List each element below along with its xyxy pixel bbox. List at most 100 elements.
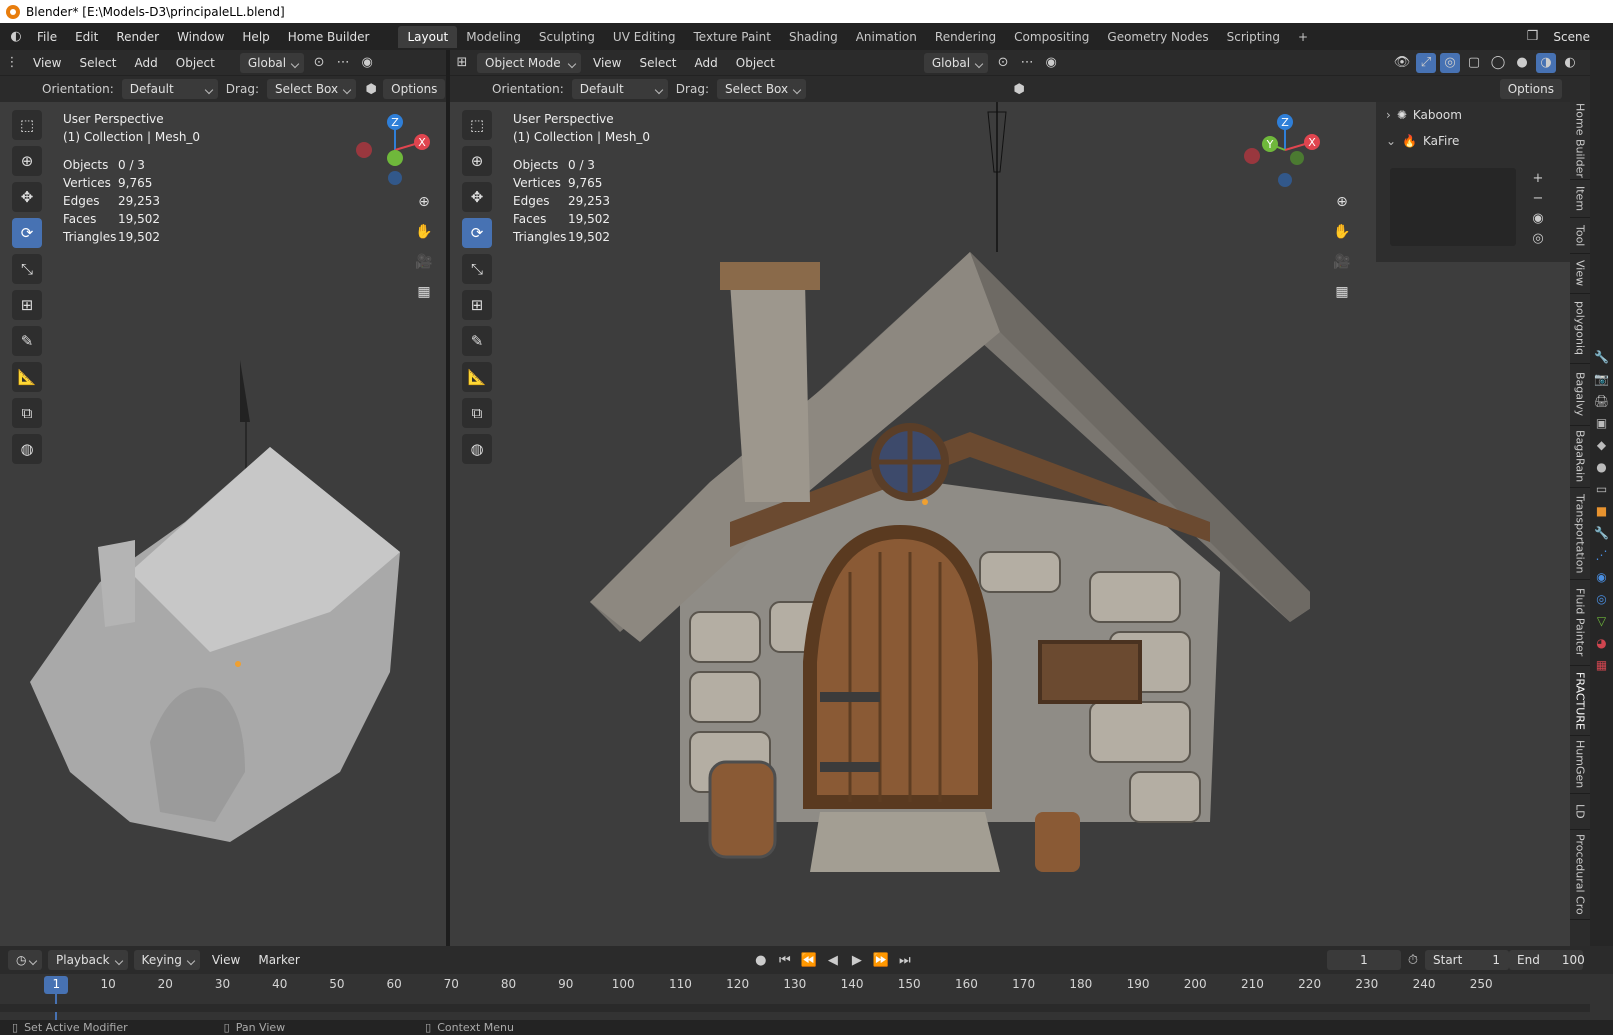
stopwatch-icon[interactable]: ⏱ — [1403, 950, 1423, 970]
right-menu-select[interactable]: Select — [630, 56, 685, 70]
tab-rendering[interactable]: Rendering — [926, 26, 1005, 48]
tab-transportation[interactable]: Transportation — [1570, 488, 1590, 580]
panel-kaboom[interactable]: › ✺ Kaboom — [1376, 102, 1570, 128]
scene-name[interactable]: Scene — [1544, 30, 1599, 44]
add-workspace-button[interactable]: + — [1289, 26, 1317, 48]
tab-procedural[interactable]: Procedural Cro — [1570, 830, 1590, 920]
play-reverse-icon[interactable]: ◀ — [823, 950, 843, 970]
modifier-props-icon[interactable]: 🔧 — [1594, 526, 1609, 540]
prev-keyframe-icon[interactable]: ⏪ — [799, 950, 819, 970]
visibility-icon[interactable]: 👁 — [1392, 53, 1412, 73]
right-drag-dropdown[interactable]: Select Box — [716, 79, 807, 99]
tab-layout[interactable]: Layout — [398, 25, 458, 48]
right-proportional-icon[interactable]: ◉ — [1041, 53, 1061, 73]
scale-tool-icon[interactable]: ⤡ — [462, 254, 492, 284]
grid-ortho-icon[interactable]: ▦ — [412, 280, 436, 304]
tab-tool[interactable]: Tool — [1570, 218, 1590, 254]
timeline-keying-menu[interactable]: Keying — [133, 950, 200, 970]
left-menu-select[interactable]: Select — [70, 56, 125, 70]
end-frame-field[interactable]: End 100 — [1509, 950, 1585, 970]
start-frame-field[interactable]: Start 1 — [1425, 950, 1509, 970]
menu-file[interactable]: File — [28, 30, 66, 44]
left-snap-icon[interactable]: ⋯ — [333, 53, 353, 73]
left-menu-add[interactable]: Add — [126, 56, 167, 70]
right-axis-gizmo[interactable]: Z X Y — [1240, 110, 1330, 190]
scale-tool-icon[interactable]: ⤡ — [12, 254, 42, 284]
left-drag-dropdown[interactable]: Select Box — [266, 79, 357, 99]
extra-tool-icon[interactable]: ◍ — [462, 434, 492, 464]
particles-props-icon[interactable]: ⋰ — [1596, 548, 1608, 562]
world-props-icon[interactable]: ● — [1596, 460, 1606, 474]
tab-shading[interactable]: Shading — [780, 26, 847, 48]
wireframe-shading-icon[interactable]: ◯ — [1488, 53, 1508, 73]
left-proportional-icon[interactable]: ◉ — [357, 53, 377, 73]
tool-props-icon[interactable]: 🔧 — [1594, 350, 1609, 364]
zoom-icon[interactable]: ⊕ — [1330, 190, 1354, 214]
solid-shading-icon[interactable]: ● — [1512, 53, 1532, 73]
gizmo-toggle-icon[interactable]: ⤢ — [1416, 52, 1436, 73]
tab-item[interactable]: Item — [1570, 180, 1590, 218]
left-transform-orientation[interactable]: Global — [239, 52, 305, 73]
rendered-shading-icon[interactable]: ◐ — [1560, 53, 1580, 73]
scene-icon[interactable]: ❒ — [1522, 27, 1542, 47]
rotate-tool-icon[interactable]: ⟳ — [12, 218, 42, 248]
remove-icon[interactable]: − — [1528, 188, 1548, 208]
transform-tool-icon[interactable]: ⊞ — [462, 290, 492, 320]
cursor-tool-icon[interactable]: ⊕ — [12, 146, 42, 176]
transform-tool-icon[interactable]: ⊞ — [12, 290, 42, 320]
tab-sculpting[interactable]: Sculpting — [530, 26, 604, 48]
move-tool-icon[interactable]: ✥ — [462, 182, 492, 212]
left-menu-object[interactable]: Object — [167, 56, 224, 70]
expand-chevron-icon[interactable]: ⌄ — [1386, 134, 1396, 148]
panel-kafire[interactable]: ⌄ 🔥 KaFire — [1376, 128, 1570, 154]
collection-props-icon[interactable]: ▭ — [1596, 482, 1607, 496]
material-props-icon[interactable]: ◕ — [1596, 636, 1606, 650]
timeline-ruler[interactable]: 1 10 20 30 40 50 60 70 80 90 100 110 120 130 140 150 160… — [0, 974, 1613, 1020]
left-editor-type-icon[interactable]: ⋮ — [2, 53, 22, 73]
timeline-scrollbar[interactable] — [0, 1004, 1590, 1012]
right-transform-orientation[interactable]: Global — [923, 52, 989, 73]
jump-end-icon[interactable]: ⏭ — [895, 950, 915, 970]
select-box-tool-icon[interactable]: ⬚ — [12, 110, 42, 140]
select-box-tool-icon[interactable]: ⬚ — [462, 110, 492, 140]
jump-start-icon[interactable]: ⏮ — [775, 950, 795, 970]
timeline-view-menu[interactable]: View — [203, 953, 249, 967]
tab-bagarain[interactable]: BagaRain — [1570, 426, 1590, 488]
pan-hand-icon[interactable]: ✋ — [1330, 220, 1354, 244]
current-frame-field[interactable]: 1 — [1327, 950, 1401, 970]
cursor-tool-icon[interactable]: ⊕ — [462, 146, 492, 176]
move-tool-icon[interactable]: ✥ — [12, 182, 42, 212]
tab-bagalvy[interactable]: Bagalvy — [1570, 364, 1590, 426]
timeline-marker-menu[interactable]: Marker — [249, 953, 308, 967]
right-orientation-dropdown[interactable]: Default — [571, 79, 668, 99]
material-shading-icon[interactable]: ◑ — [1536, 52, 1556, 73]
left-pivot-icon[interactable]: ⊙ — [309, 53, 329, 73]
grid-ortho-icon[interactable]: ▦ — [1330, 280, 1354, 304]
kafire-list[interactable] — [1390, 168, 1516, 246]
object-mode-dropdown[interactable]: Object Mode — [477, 52, 581, 73]
output-props-icon[interactable]: 🖨 — [1594, 394, 1609, 408]
tab-scripting[interactable]: Scripting — [1218, 26, 1289, 48]
annotate-tool-icon[interactable]: ✎ — [462, 326, 492, 356]
tab-animation[interactable]: Animation — [847, 26, 926, 48]
tab-modeling[interactable]: Modeling — [457, 26, 530, 48]
right-menu-object[interactable]: Object — [727, 56, 784, 70]
blender-menu-icon[interactable]: ◐ — [6, 27, 26, 47]
link-icon[interactable]: ◎ — [1528, 228, 1548, 248]
play-icon[interactable]: ▶ — [847, 950, 867, 970]
menu-edit[interactable]: Edit — [66, 30, 107, 44]
left-orientation-dropdown[interactable]: Default — [121, 79, 218, 99]
next-keyframe-icon[interactable]: ⏩ — [871, 950, 891, 970]
user-icon[interactable]: ◉ — [1528, 208, 1548, 228]
right-gizmo-toggle-icon[interactable]: ⬢ — [1009, 79, 1029, 99]
rotate-tool-icon[interactable]: ⟳ — [462, 218, 492, 248]
camera-icon[interactable]: 🎥 — [412, 250, 436, 274]
scene-props-icon[interactable]: ◆ — [1597, 438, 1606, 452]
left-options-button[interactable]: Options — [383, 79, 446, 99]
left-viewport-canvas[interactable]: ⬚ ⊕ ✥ ⟳ ⤡ ⊞ ✎ 📐 ⧉ ◍ User Perspective (1)… — [0, 102, 446, 946]
right-viewport-canvas[interactable]: ⬚ ⊕ ✥ ⟳ ⤡ ⊞ ✎ 📐 ⧉ ◍ User Perspective (1)… — [450, 102, 1570, 946]
menu-window[interactable]: Window — [168, 30, 233, 44]
constraints-props-icon[interactable]: ◎ — [1596, 592, 1606, 606]
left-axis-gizmo[interactable]: Z X — [350, 110, 440, 190]
tab-ld[interactable]: LD — [1570, 794, 1590, 830]
